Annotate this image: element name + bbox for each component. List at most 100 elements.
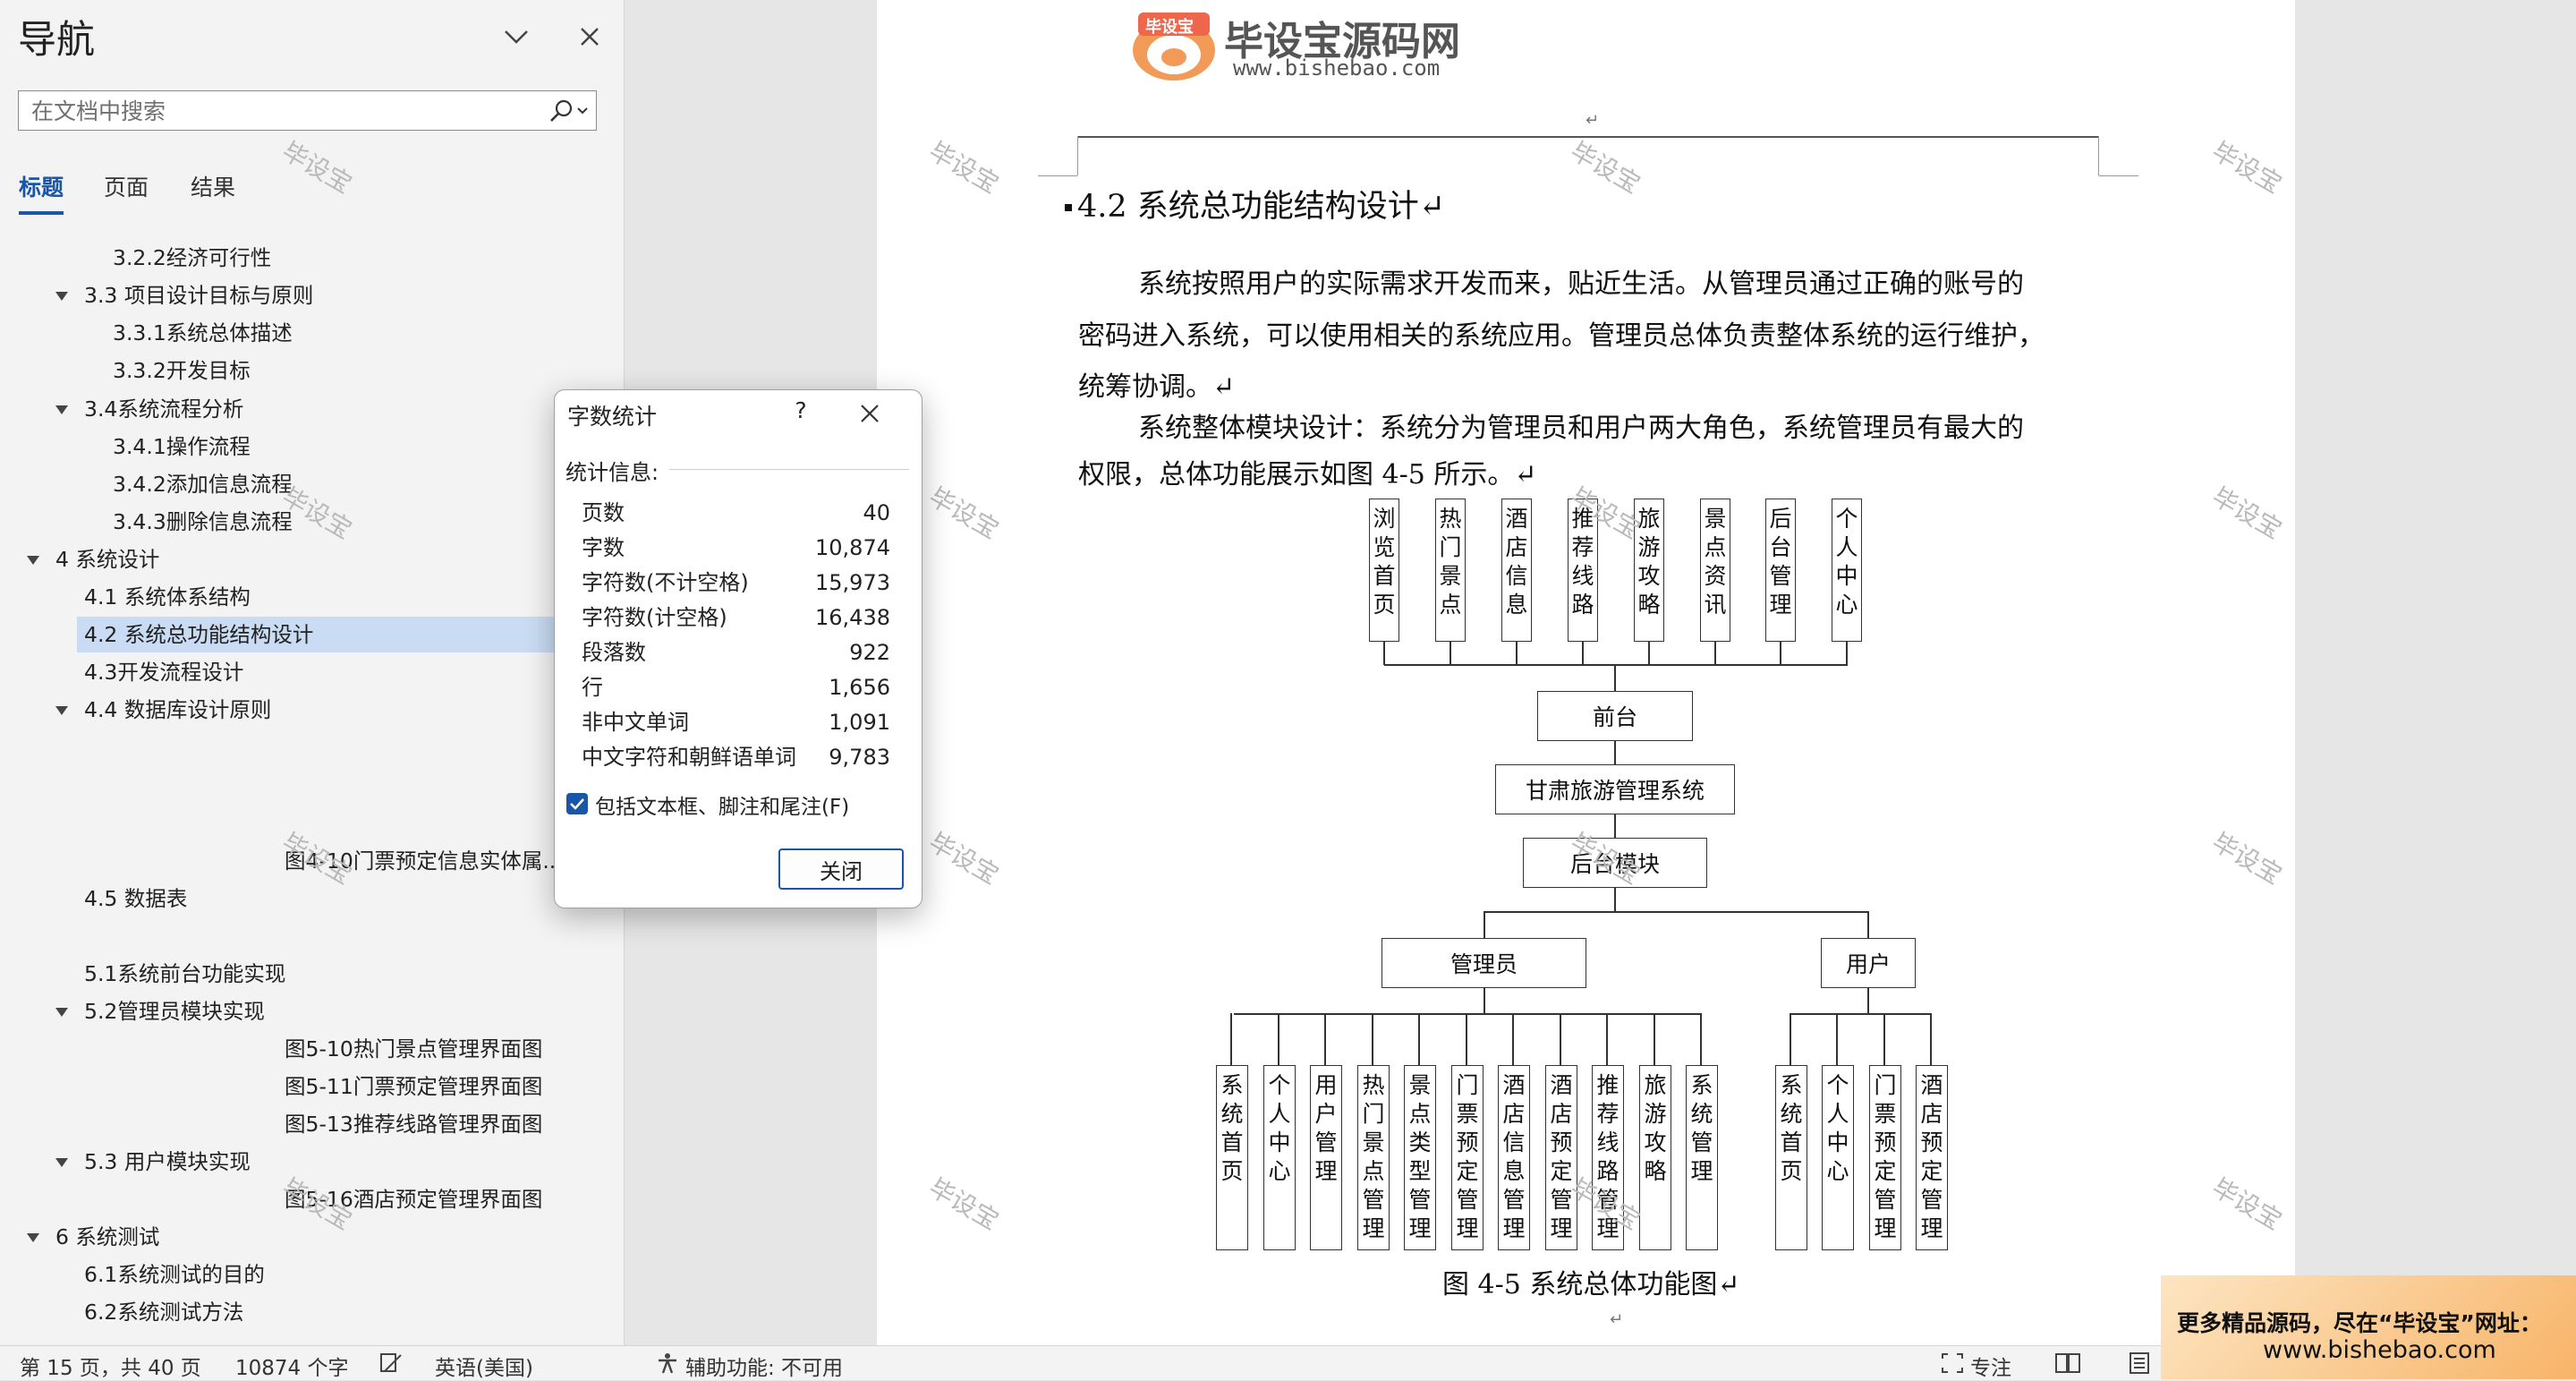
connector — [1606, 1013, 1608, 1065]
collapse-triangle-icon[interactable] — [55, 1008, 68, 1017]
header-paragraph-mark: ↵ — [1586, 111, 1600, 130]
logo-badge: 毕设宝 — [1145, 18, 1194, 37]
nav-title: 导航 — [18, 18, 95, 63]
section-heading: 4.2 系统总功能结构设计↵ — [1077, 189, 1446, 225]
nav-heading-item[interactable]: 5.3 用户模块实现 — [84, 1144, 251, 1180]
collapse-triangle-icon[interactable] — [55, 1158, 68, 1167]
nav-search-box[interactable] — [18, 90, 597, 131]
help-button[interactable]: ? — [783, 397, 819, 430]
top-module-node: 浏览首页 — [1369, 499, 1399, 642]
print-layout-icon[interactable] — [2128, 1351, 2151, 1380]
accessibility-icon — [655, 1351, 680, 1380]
nav-heading-item[interactable]: 4.4 数据库设计原则 — [84, 692, 271, 728]
stat-row: 页数 40 — [582, 496, 890, 530]
proofing-icon[interactable] — [379, 1351, 404, 1380]
nav-heading-item[interactable]: 6 系统测试 — [55, 1219, 159, 1255]
stat-row: 字数 10,874 — [582, 531, 890, 565]
focus-icon — [1940, 1351, 1965, 1380]
connector — [1383, 642, 1385, 665]
admin-module-node: 系统管理 — [1686, 1065, 1718, 1250]
nav-heading-item[interactable]: 5.1系统前台功能实现 — [84, 956, 285, 992]
connector — [1484, 911, 1485, 938]
admin-module-node: 酒店信息管理 — [1498, 1065, 1530, 1250]
collapse-triangle-icon[interactable] — [55, 706, 68, 715]
nav-heading-item[interactable]: 5.2管理员模块实现 — [84, 993, 265, 1029]
nav-heading-item[interactable]: 6.2系统测试方法 — [84, 1294, 243, 1330]
connector — [1418, 1013, 1420, 1065]
nav-heading-item[interactable]: 3.4.1操作流程 — [113, 429, 251, 465]
nav-heading-item[interactable]: 图5-10热门景点管理界面图 — [285, 1031, 542, 1067]
connector — [1648, 642, 1650, 665]
body-paragraph: 系统整体模块设计：系统分为管理员和用户两大角色，系统管理员有最大的 — [1138, 413, 2024, 444]
admin-node: 管理员 — [1382, 938, 1586, 988]
nav-heading-item[interactable]: 3.2.2经济可行性 — [113, 240, 271, 276]
nav-heading-item[interactable]: 3.4系统流程分析 — [84, 391, 243, 427]
word-count-status[interactable]: 10874 个字 — [235, 1351, 348, 1381]
margin-mark — [1077, 136, 1078, 175]
nav-heading-item[interactable]: 3.3.1系统总体描述 — [113, 315, 293, 351]
page-count[interactable]: 第 15 页，共 40 页 — [20, 1351, 201, 1381]
connector — [1867, 988, 1869, 1013]
admin-module-node: 系统首页 — [1216, 1065, 1248, 1250]
connector — [1384, 664, 1848, 666]
nav-heading-item[interactable]: 6.1系统测试的目的 — [84, 1257, 265, 1292]
nav-heading-item[interactable]: 图5-13推荐线路管理界面图 — [285, 1106, 542, 1142]
dialog-close-x-button[interactable] — [850, 396, 889, 431]
stat-row: 段落数 922 — [582, 635, 890, 669]
collapse-triangle-icon[interactable] — [55, 292, 68, 301]
admin-module-node: 个人中心 — [1263, 1065, 1296, 1250]
connector — [1790, 1013, 1932, 1015]
nav-heading-item-selected[interactable]: 4.2 系统总功能结构设计 — [77, 617, 560, 652]
connector — [1484, 988, 1485, 1013]
nav-heading-item[interactable]: 3.4.3删除信息流程 — [113, 504, 293, 540]
connector — [1512, 1013, 1514, 1065]
stat-row: 行 1,656 — [582, 670, 890, 704]
connector — [1372, 1013, 1373, 1065]
collapse-triangle-icon[interactable] — [27, 556, 39, 565]
stat-value: 10,874 — [815, 535, 890, 560]
nav-heading-item[interactable]: 4.1 系统体系结构 — [84, 579, 251, 615]
connector — [1883, 1013, 1885, 1065]
top-module-node: 后台管理 — [1765, 499, 1796, 642]
read-mode-icon[interactable] — [2054, 1351, 2081, 1380]
connector — [1790, 1013, 1791, 1065]
dialog-close-button[interactable]: 关闭 — [778, 848, 904, 890]
promo-text: 更多精品源码，尽在“毕设宝”网址： — [2177, 1310, 2542, 1336]
nav-search-button[interactable] — [544, 95, 592, 127]
nav-close-button[interactable] — [569, 16, 610, 57]
accessibility-status[interactable]: 辅助功能: 不可用 — [685, 1351, 843, 1381]
nav-options-button[interactable] — [496, 16, 537, 57]
nav-heading-item[interactable]: 4 系统设计 — [55, 541, 159, 577]
stat-value: 16,438 — [815, 605, 890, 630]
nav-heading-item[interactable]: 4.3开发流程设计 — [84, 654, 243, 690]
tab-headings[interactable]: 标题 — [19, 170, 64, 215]
promo-banner[interactable]: 更多精品源码，尽在“毕设宝”网址： www.bishebao.com — [2161, 1275, 2576, 1379]
include-textbox-checkbox[interactable] — [566, 793, 588, 814]
nav-heading-item[interactable]: 3.4.2添加信息流程 — [113, 466, 293, 502]
nav-heading-item[interactable]: 4.5 数据表 — [84, 881, 187, 916]
collapse-triangle-icon[interactable] — [55, 405, 68, 414]
tab-pages[interactable]: 页面 — [104, 170, 149, 211]
collapse-triangle-icon[interactable] — [27, 1233, 39, 1242]
dialog-title: 字数统计 — [567, 404, 658, 430]
nav-heading-item[interactable]: 图5-11门票预定管理界面图 — [285, 1069, 542, 1104]
connector — [1466, 1013, 1467, 1065]
document-page[interactable]: 毕设宝 毕设宝源码网 www.bishebao.com ↵ 4.2 系统总功能结… — [877, 0, 2295, 1345]
admin-module-node: 酒店预定管理 — [1545, 1065, 1577, 1250]
body-paragraph: 权限，总体功能展示如图 4-5 所示。↵ — [1078, 459, 1537, 490]
connector — [1930, 1013, 1932, 1065]
tab-results[interactable]: 结果 — [191, 170, 235, 211]
connector — [1230, 1013, 1232, 1065]
logo-url: www.bishebao.com — [1233, 55, 1441, 81]
nav-heading-item[interactable]: 3.3.2开发目标 — [113, 353, 251, 388]
connector — [1484, 911, 1869, 913]
site-logo: 毕设宝 — [1129, 5, 1219, 82]
nav-heading-item[interactable]: 3.3 项目设计目标与原则 — [84, 277, 313, 313]
language-status[interactable]: 英语(美国) — [435, 1351, 533, 1381]
nav-search-input[interactable] — [30, 95, 552, 127]
focus-mode-button[interactable]: 专注 — [1970, 1351, 2011, 1381]
include-textbox-label[interactable]: 包括文本框、脚注和尾注(F) — [595, 789, 849, 820]
user-module-node: 系统首页 — [1775, 1065, 1807, 1250]
admin-module-node: 景点类型管理 — [1404, 1065, 1436, 1250]
user-node: 用户 — [1821, 938, 1916, 988]
